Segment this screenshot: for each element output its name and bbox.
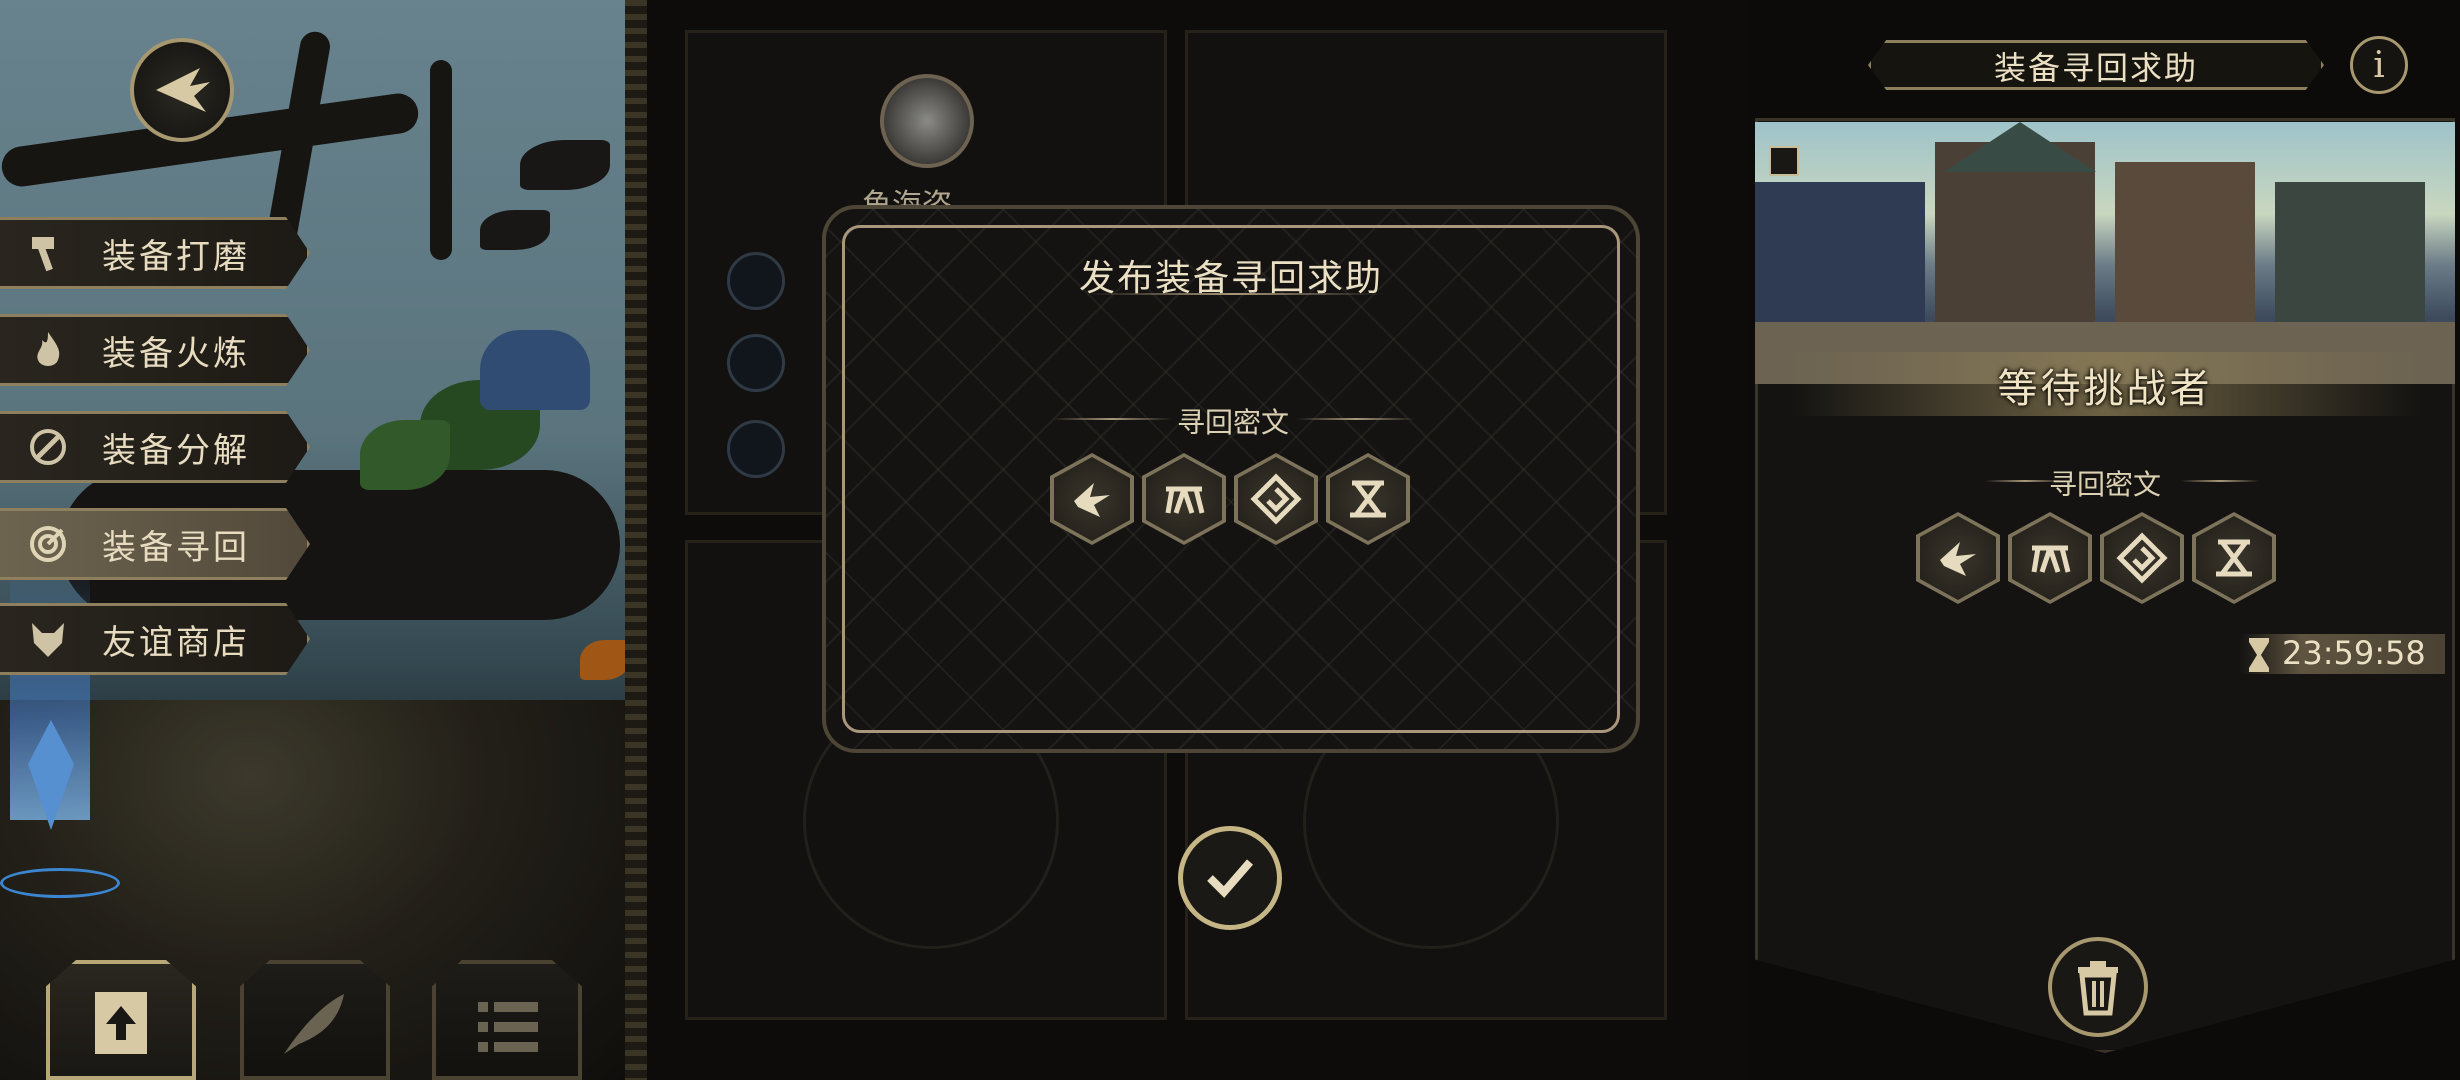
building bbox=[1935, 142, 2095, 342]
building bbox=[1755, 182, 1925, 342]
rune-3-icon bbox=[2116, 532, 2168, 584]
rune-1-icon bbox=[1940, 542, 1976, 576]
delete-button[interactable] bbox=[2048, 937, 2148, 1037]
back-button[interactable] bbox=[130, 38, 234, 142]
rune-3-icon bbox=[1250, 473, 1302, 525]
sidebar-item-label: 友谊商店 bbox=[102, 622, 250, 663]
sidebar-item-decompose[interactable]: 装备分解 bbox=[0, 411, 310, 483]
building bbox=[2275, 182, 2425, 342]
rune-1-icon bbox=[1074, 483, 1110, 517]
publish-help-dialog: 发布装备寻回求助 寻回密文 bbox=[822, 205, 1640, 753]
trash-icon bbox=[2078, 961, 2118, 1016]
confirm-button[interactable] bbox=[1178, 826, 1282, 930]
sidebar-item-label: 装备寻回 bbox=[102, 527, 250, 568]
feather-button[interactable] bbox=[240, 960, 390, 1080]
sidebar-item-refine[interactable]: 装备火炼 bbox=[0, 314, 310, 386]
list-button[interactable] bbox=[432, 960, 582, 1080]
decompose-icon bbox=[22, 421, 74, 473]
hourglass-icon bbox=[2249, 638, 2269, 672]
info-button[interactable]: i bbox=[2350, 36, 2408, 94]
flame-icon bbox=[22, 324, 74, 376]
upload-icon bbox=[95, 992, 147, 1054]
rune-4-icon bbox=[1350, 480, 1386, 518]
monster-avatar bbox=[880, 74, 974, 168]
sidebar-item-label: 装备火炼 bbox=[102, 333, 250, 374]
sidebar-item-label: 装备打磨 bbox=[102, 236, 250, 277]
town-illustration bbox=[1755, 122, 2455, 384]
countdown-timer: 23:59:58 bbox=[2282, 634, 2426, 672]
back-arrow-icon bbox=[156, 68, 210, 112]
status-text: 等待挑战者 bbox=[1997, 366, 2213, 412]
checkmark-icon bbox=[1207, 859, 1254, 898]
feather-icon bbox=[284, 994, 344, 1054]
weapon-slot-icon bbox=[727, 252, 785, 310]
panel-title: 装备寻回求助 bbox=[1993, 49, 2198, 87]
retrieve-icon bbox=[22, 518, 74, 570]
sidebar-item-polish[interactable]: 装备打磨 bbox=[0, 217, 310, 289]
info-icon: i bbox=[2373, 44, 2385, 86]
cipher-label: 寻回密文 bbox=[1176, 406, 1289, 439]
cipher-label: 寻回密文 bbox=[2048, 468, 2161, 501]
title-underline bbox=[1086, 293, 1384, 295]
building bbox=[2115, 162, 2255, 332]
sidebar-item-label: 装备分解 bbox=[102, 430, 250, 471]
list-icon bbox=[478, 1002, 538, 1052]
panel-divider bbox=[625, 0, 647, 1080]
divider-line bbox=[2180, 480, 2260, 482]
hammer-icon bbox=[22, 227, 74, 279]
rune-2-icon bbox=[1165, 486, 1205, 514]
fox-icon bbox=[22, 613, 74, 665]
ring-slot-icon bbox=[727, 420, 785, 478]
upload-button[interactable] bbox=[46, 960, 196, 1080]
rune-4-icon bbox=[2216, 539, 2252, 577]
sidebar-item-friend-shop[interactable]: 友谊商店 bbox=[0, 603, 310, 675]
upload-badge-icon bbox=[1769, 146, 1799, 176]
rune-2-icon bbox=[2031, 545, 2071, 573]
divider-line bbox=[1296, 418, 1416, 420]
sidebar-item-retrieve[interactable]: 装备寻回 bbox=[0, 508, 310, 580]
armor-slot-icon bbox=[727, 334, 785, 392]
dialog-frame bbox=[842, 225, 1620, 733]
